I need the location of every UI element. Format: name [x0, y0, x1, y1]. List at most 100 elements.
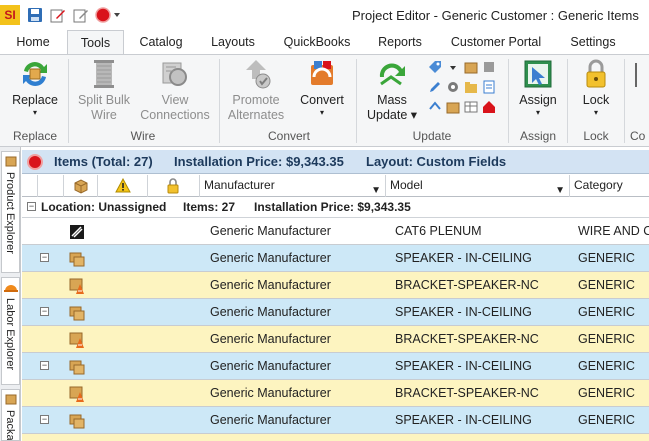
- package-icon: [69, 360, 85, 375]
- table-row[interactable]: − Generic Manufacturer SPEAKER - IN-CEIL…: [22, 407, 649, 434]
- table-row[interactable]: Generic Manufacturer BRACKET-SPEAKER-NC …: [22, 380, 649, 407]
- cell-category: GENERIC: [578, 251, 635, 265]
- column-category[interactable]: Category: [570, 175, 649, 197]
- promote-alternates-button[interactable]: Promote Alternates: [224, 57, 288, 123]
- more-icon: [635, 63, 637, 87]
- mass-update-button[interactable]: Mass Update ▾: [362, 57, 422, 123]
- mass-update-label-1: Mass: [377, 93, 407, 107]
- group-label-co: Co: [630, 129, 646, 143]
- collapse-icon[interactable]: −: [40, 253, 49, 262]
- tab-quickbooks[interactable]: QuickBooks: [277, 30, 357, 54]
- collapse-icon[interactable]: −: [40, 307, 49, 316]
- box-icon[interactable]: [463, 59, 479, 75]
- assign-button[interactable]: Assign ▾: [514, 57, 562, 118]
- update-small-icons: [427, 59, 501, 115]
- cell-manufacturer: Generic Manufacturer: [210, 224, 331, 238]
- gear-icon[interactable]: [445, 79, 461, 95]
- collapse-icon[interactable]: −: [40, 361, 49, 370]
- cube-icon[interactable]: [481, 59, 497, 75]
- cell-category: WIRE AND CA: [578, 224, 649, 238]
- table-row[interactable]: Generic Manufacturer BRACKET-SPEAKER-NC …: [22, 326, 649, 353]
- ribbon-tabs: Home Tools Catalog Layouts QuickBooks Re…: [0, 30, 649, 55]
- cell-model: SPEAKER - IN-CEILING: [395, 359, 532, 373]
- more-button[interactable]: [630, 57, 649, 93]
- record-icon[interactable]: [95, 6, 121, 24]
- accessory-icon: [69, 386, 84, 402]
- mass-update-label-2: Update ▾: [366, 108, 418, 122]
- separator: [567, 59, 568, 143]
- table-row[interactable]: − Generic Manufacturer SPEAKER - IN-CEIL…: [22, 245, 649, 272]
- column-model[interactable]: Model ▼: [386, 175, 570, 197]
- tab-settings[interactable]: Settings: [562, 30, 624, 54]
- separator: [508, 59, 509, 143]
- note-icon[interactable]: [72, 6, 90, 24]
- replace-caret: ▾: [32, 108, 37, 117]
- tab-customer-portal[interactable]: Customer Portal: [445, 30, 547, 54]
- lock-button[interactable]: Lock ▾: [572, 57, 620, 118]
- stop-icon[interactable]: [27, 154, 43, 170]
- tab-home[interactable]: Home: [8, 30, 58, 54]
- split-bulk-wire-label-1: Split Bulk: [77, 93, 131, 107]
- house-icon[interactable]: [481, 99, 497, 115]
- dropdown-arrow-icon[interactable]: [445, 59, 461, 75]
- lock-caret: ▾: [593, 108, 598, 117]
- quick-access-toolbar: SI: [0, 5, 126, 25]
- box-icon: [74, 179, 88, 194]
- save-icon[interactable]: [26, 6, 44, 24]
- tab-catalog[interactable]: Catalog: [133, 30, 189, 54]
- wire-icon: [70, 225, 84, 239]
- document-icon[interactable]: [481, 79, 497, 95]
- column-model-label: Model: [390, 178, 423, 192]
- hard-hat-icon: [4, 285, 18, 292]
- tab-layouts[interactable]: Layouts: [205, 30, 261, 54]
- column-type[interactable]: [64, 175, 98, 197]
- pencil-icon[interactable]: [427, 79, 443, 95]
- view-connections-button[interactable]: View Connections: [138, 57, 212, 123]
- sidebar-tab-product-explorer[interactable]: Product Explorer: [1, 151, 20, 273]
- cell-manufacturer: Generic Manufacturer: [210, 413, 331, 427]
- replace-button[interactable]: Replace ▾: [6, 57, 64, 118]
- promote-alternates-label-1: Promote: [232, 93, 280, 107]
- folder-icon[interactable]: [463, 79, 479, 95]
- column-warning[interactable]: [98, 175, 148, 197]
- cell-model: CAT6 PLENUM: [395, 224, 482, 238]
- collapse-icon[interactable]: −: [40, 415, 49, 424]
- items-total: Items (Total: 27): [54, 154, 153, 169]
- sidebar-tab-labor-explorer[interactable]: Labor Explorer: [1, 277, 20, 385]
- column-lock[interactable]: [148, 175, 200, 197]
- table-row[interactable]: Generic Manufacturer CAT6 PLENUM WIRE AN…: [22, 218, 649, 245]
- promote-alternates-label-2: Alternates: [227, 108, 285, 122]
- location-items: Items: 27: [183, 200, 236, 214]
- app-logo[interactable]: SI: [0, 5, 20, 25]
- convert-button[interactable]: Convert ▾: [294, 57, 350, 118]
- collapse-icon[interactable]: −: [27, 202, 36, 211]
- grid-summary-bar: Items (Total: 27) Installation Price: $9…: [22, 150, 649, 174]
- table-row[interactable]: − Generic Manufacturer SPEAKER - IN-CEIL…: [22, 299, 649, 326]
- table-row[interactable]: Generic Manufacturer BRACKET-SPEAKER-NC …: [22, 272, 649, 299]
- accessory-icon: [69, 278, 84, 294]
- cell-model: SPEAKER - IN-CEILING: [395, 413, 532, 427]
- box-small-icon[interactable]: [445, 99, 461, 115]
- location-group-row[interactable]: − Location: Unassigned Items: 27 Install…: [22, 197, 649, 218]
- location-installation: Installation Price: $9,343.35: [254, 200, 411, 214]
- table-row[interactable]: − Generic Manufacturer SPEAKER - IN-CEIL…: [22, 353, 649, 380]
- cell-category: GENERIC: [578, 386, 635, 400]
- split-bulk-wire-button[interactable]: Split Bulk Wire: [74, 57, 134, 123]
- tab-reports[interactable]: Reports: [371, 30, 429, 54]
- box-icon: [5, 156, 17, 167]
- table-row-partial[interactable]: [22, 434, 649, 441]
- tag-icon[interactable]: [427, 59, 443, 75]
- cell-category: GENERIC: [578, 359, 635, 373]
- cell-category: GENERIC: [578, 332, 635, 346]
- cell-model: SPEAKER - IN-CEILING: [395, 305, 532, 319]
- sidebar-tab-packages[interactable]: Packages: [1, 389, 20, 441]
- link-icon[interactable]: [427, 99, 443, 115]
- column-select[interactable]: [38, 175, 64, 197]
- package-icon: [69, 414, 85, 429]
- column-manufacturer[interactable]: Manufacturer ▼: [200, 175, 386, 197]
- tab-tools[interactable]: Tools: [67, 30, 124, 55]
- column-expand[interactable]: [22, 175, 38, 197]
- package-icon: [69, 306, 85, 321]
- edit-icon[interactable]: [49, 6, 67, 24]
- table-icon[interactable]: [463, 99, 479, 115]
